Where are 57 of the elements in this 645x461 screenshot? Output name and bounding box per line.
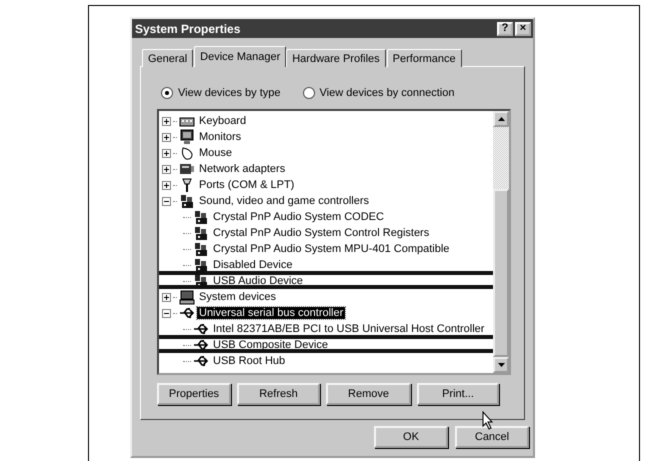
collapse-toggle[interactable] <box>162 308 171 318</box>
tree-item[interactable]: Crystal PnP Audio System Control Registers <box>211 227 432 239</box>
tab[interactable]: Hardware Profiles <box>286 49 386 67</box>
expand-toggle[interactable] <box>162 116 171 126</box>
tab[interactable]: Performance <box>386 49 462 67</box>
computer-icon <box>179 289 195 305</box>
action-button[interactable]: Properties <box>157 383 231 405</box>
tree-item[interactable]: Ports (COM & LPT) <box>197 179 296 191</box>
tree-item[interactable]: Network adapters <box>197 163 288 175</box>
usb-icon <box>193 353 209 369</box>
radio-button[interactable] <box>302 87 315 99</box>
tab[interactable]: Device Manager <box>194 46 286 67</box>
expand-toggle[interactable] <box>162 292 171 302</box>
close-button[interactable]: × <box>515 22 531 36</box>
tree-item[interactable]: Mouse <box>197 147 234 159</box>
audio-device-icon <box>179 193 195 209</box>
tree-item[interactable]: System devices <box>197 291 278 303</box>
dialog-button[interactable]: OK <box>374 426 448 448</box>
audio-device-icon <box>193 209 209 225</box>
radio-label[interactable]: View devices by connection <box>320 87 454 99</box>
tab[interactable]: General <box>142 49 194 67</box>
tree-item[interactable]: Intel 82371AB/EB PCI to USB Universal Host Controller <box>211 323 486 335</box>
expand-toggle[interactable] <box>162 164 171 174</box>
tree-item[interactable]: Disabled Device <box>211 259 294 271</box>
caret-up-icon <box>498 117 504 121</box>
mouse-icon <box>179 145 195 161</box>
usb-icon <box>179 305 195 321</box>
window-title: System Properties <box>135 22 242 36</box>
tree-item[interactable]: Universal serial bus controller <box>197 307 346 319</box>
action-button[interactable]: Print... <box>417 383 499 405</box>
tree-item[interactable]: USB Audio Device <box>211 275 305 287</box>
action-button[interactable]: Refresh <box>237 383 320 405</box>
radio-button[interactable] <box>161 87 173 99</box>
network-card-icon <box>179 161 195 177</box>
audio-device-icon <box>193 241 209 257</box>
expand-toggle[interactable] <box>162 180 171 190</box>
tree-item[interactable]: Sound, video and game controllers <box>197 195 371 207</box>
expand-toggle[interactable] <box>162 132 171 142</box>
audio-device-icon <box>193 225 209 241</box>
scrollbar[interactable] <box>493 111 509 373</box>
help-button[interactable]: ? <box>497 22 513 36</box>
tree-item[interactable]: Crystal PnP Audio System MPU-401 Compatible <box>211 243 452 255</box>
monitor-icon <box>179 129 195 145</box>
action-button[interactable]: Remove <box>326 383 411 405</box>
tree-item[interactable]: Keyboard <box>197 115 248 127</box>
scroll-thumb[interactable] <box>493 189 509 357</box>
dialog-button[interactable]: Cancel <box>455 426 529 448</box>
tree-item[interactable]: USB Root Hub <box>211 355 288 367</box>
tree-item[interactable]: Monitors <box>197 131 244 143</box>
radio-label[interactable]: View devices by type <box>178 87 281 99</box>
expand-toggle[interactable] <box>162 148 171 158</box>
caret-down-icon <box>498 363 504 367</box>
usb-icon <box>193 321 209 337</box>
tree-item[interactable]: Crystal PnP Audio System CODEC <box>211 211 386 223</box>
collapse-toggle[interactable] <box>162 196 171 206</box>
tree-item[interactable]: USB Composite Device <box>211 339 330 351</box>
audio-device-icon <box>193 257 209 273</box>
